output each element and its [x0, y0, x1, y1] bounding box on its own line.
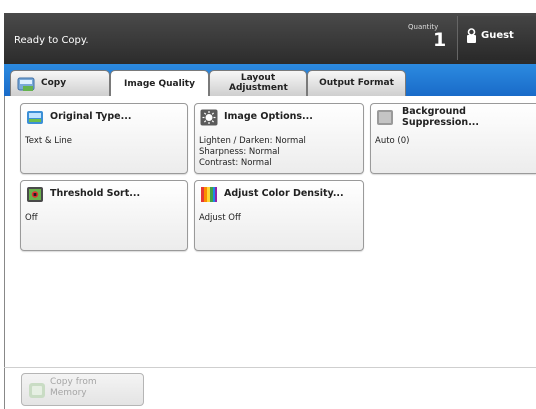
image-options-button[interactable]: Image Options... Lighten / Darken: Norma… [194, 103, 364, 174]
status-header: Ready to Copy. Quantity 1 Guest [4, 13, 536, 65]
tab-image-quality-label: Image Quality [124, 78, 195, 89]
guest-label: Guest [481, 30, 514, 41]
tab-image-quality[interactable]: Image Quality [110, 70, 209, 98]
background-suppression-icon [377, 110, 393, 125]
adjust-color-density-title: Adjust Color Density... [224, 188, 344, 199]
tab-copy-label: Copy [41, 77, 67, 88]
background-suppression-button[interactable]: Background Suppression... Auto (0) [370, 103, 536, 174]
threshold-sort-title: Threshold Sort... [50, 188, 141, 199]
quantity-value[interactable]: 1 [433, 29, 446, 51]
sharpness-value: Sharpness: Normal [199, 147, 280, 158]
memory-icon [29, 383, 45, 398]
threshold-sort-value: Off [25, 213, 38, 223]
image-options-icon [200, 109, 218, 126]
panel-divider [4, 367, 536, 368]
user-lock-icon [467, 28, 476, 43]
original-type-button[interactable]: Original Type... Text & Line [20, 103, 188, 174]
guest-login-button[interactable]: Guest [457, 16, 536, 60]
copy-screen: Ready to Copy. Quantity 1 Guest Copy Ima… [0, 0, 536, 409]
status-text: Ready to Copy. [14, 35, 89, 46]
background-suppression-value: Auto (0) [375, 136, 410, 146]
contrast-value: Contrast: Normal [199, 158, 272, 169]
copy-from-memory-button[interactable]: Copy from Memory [21, 373, 144, 406]
copy-from-memory-label: Copy from Memory [50, 377, 97, 398]
threshold-sort-button[interactable]: Threshold Sort... Off [20, 180, 188, 251]
threshold-sort-icon [27, 187, 43, 202]
tab-copy[interactable]: Copy [10, 70, 110, 96]
adjust-color-density-value: Adjust Off [199, 213, 241, 223]
background-suppression-title: Background Suppression... [402, 106, 480, 128]
tab-output-format[interactable]: Output Format [307, 70, 406, 96]
tab-layout-adjustment[interactable]: Layout Adjustment [209, 70, 307, 96]
copy-icon [17, 77, 35, 91]
original-type-title: Original Type... [50, 111, 132, 122]
original-type-value: Text & Line [25, 136, 72, 146]
lighten-darken-value: Lighten / Darken: Normal [199, 136, 306, 146]
image-options-title: Image Options... [224, 111, 313, 122]
tab-bar: Copy Image Quality Layout Adjustment Out… [4, 64, 536, 98]
color-density-icon [201, 187, 217, 202]
tab-layout-adjustment-label: Layout Adjustment [229, 73, 288, 93]
image-options-values: Lighten / Darken: Normal Sharpness: Norm… [199, 136, 306, 169]
adjust-color-density-button[interactable]: Adjust Color Density... Adjust Off [194, 180, 364, 251]
original-type-icon [27, 111, 43, 124]
tab-output-format-label: Output Format [319, 77, 394, 88]
